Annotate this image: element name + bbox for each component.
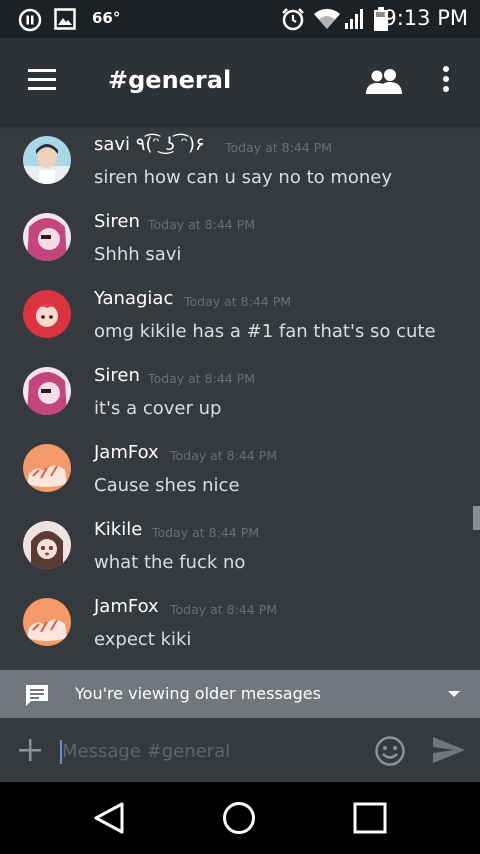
message-timestamp: Today at 8:44 PM xyxy=(225,140,333,155)
temperature: 66° xyxy=(92,9,121,27)
message-author[interactable]: JamFox xyxy=(94,596,159,617)
avatar[interactable] xyxy=(23,213,71,261)
avatar[interactable] xyxy=(23,444,71,492)
message-author[interactable]: JamFox xyxy=(94,442,159,463)
message-item[interactable]: savi ٩(͡ᵔ ͜ʖ ͡ᵔ)۶ Today at 8:44 PM siren… xyxy=(0,124,480,201)
scrollbar-thumb[interactable] xyxy=(473,506,480,530)
message-author[interactable]: Siren xyxy=(94,211,140,232)
back-icon[interactable] xyxy=(92,801,126,839)
alarm-icon xyxy=(280,6,306,36)
chat-bubble-icon xyxy=(24,683,50,711)
send-icon[interactable] xyxy=(432,736,466,768)
avatar[interactable] xyxy=(23,136,71,184)
older-messages-bar[interactable]: You're viewing older messages xyxy=(0,670,480,718)
message-author[interactable]: Yanagiac xyxy=(94,288,173,309)
pause-icon xyxy=(18,8,42,36)
message-timestamp: Today at 8:44 PM xyxy=(148,371,256,386)
message-content: Shhh savi xyxy=(94,244,182,265)
message-item[interactable]: Siren Today at 8:44 PM it's a cover up xyxy=(0,355,480,432)
emoji-icon[interactable] xyxy=(374,735,406,771)
message-timestamp: Today at 8:44 PM xyxy=(148,217,256,232)
signal-icon xyxy=(344,8,366,34)
message-content: siren how can u say no to money xyxy=(94,167,393,188)
message-content: it's a cover up xyxy=(94,398,222,419)
clock: 9:13 PM xyxy=(383,6,468,30)
avatar[interactable] xyxy=(23,290,71,338)
avatar[interactable] xyxy=(23,521,71,569)
members-icon[interactable] xyxy=(366,68,402,98)
message-input[interactable] xyxy=(62,734,362,768)
recent-apps-icon[interactable] xyxy=(353,802,387,838)
home-icon[interactable] xyxy=(222,801,256,839)
message-list[interactable]: savi ٩(͡ᵔ ͜ʖ ͡ᵔ)۶ Today at 8:44 PM siren… xyxy=(0,124,480,670)
message-content: Cause shes nice xyxy=(94,475,240,496)
avatar[interactable] xyxy=(23,367,71,415)
message-content: expect kiki xyxy=(94,629,192,650)
message-item[interactable]: Yanagiac Today at 8:44 PM omg kikile has… xyxy=(0,278,480,355)
plus-icon[interactable] xyxy=(18,738,42,766)
message-author[interactable]: Siren xyxy=(94,365,140,386)
message-timestamp: Today at 8:44 PM xyxy=(170,448,278,463)
message-author[interactable]: Kikile xyxy=(94,519,142,540)
system-nav-bar xyxy=(0,782,480,854)
hamburger-menu-icon[interactable] xyxy=(28,69,56,91)
message-item[interactable]: Kikile Today at 8:44 PM what the fuck no xyxy=(0,509,480,586)
message-timestamp: Today at 8:44 PM xyxy=(170,602,278,617)
message-author[interactable]: savi ٩(͡ᵔ ͜ʖ ͡ᵔ)۶ xyxy=(94,134,205,155)
overflow-menu-icon[interactable] xyxy=(436,66,456,96)
message-item[interactable]: JamFox Today at 8:44 PM Cause shes nice xyxy=(0,432,480,509)
message-item[interactable]: JamFox Today at 8:44 PM expect kiki xyxy=(0,586,480,663)
message-item[interactable]: Siren Today at 8:44 PM Shhh savi xyxy=(0,201,480,278)
chevron-down-icon[interactable] xyxy=(448,691,460,697)
wifi-icon xyxy=(313,8,341,34)
message-timestamp: Today at 8:44 PM xyxy=(184,294,292,309)
channel-header: #general xyxy=(0,38,480,124)
older-messages-label: You're viewing older messages xyxy=(75,684,321,703)
image-icon xyxy=(54,8,76,34)
message-composer xyxy=(0,718,480,782)
message-timestamp: Today at 8:44 PM xyxy=(152,525,260,540)
status-bar: 66° 9:13 PM xyxy=(0,0,480,38)
channel-title: #general xyxy=(108,66,232,94)
avatar[interactable] xyxy=(23,598,71,646)
message-content: omg kikile has a #1 fan that's so cute xyxy=(94,321,436,342)
message-content: what the fuck no xyxy=(94,552,246,573)
